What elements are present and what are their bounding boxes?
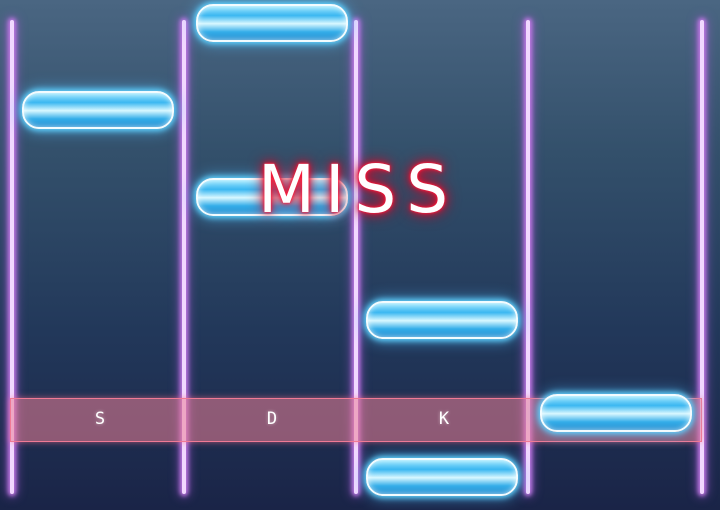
note <box>196 4 348 42</box>
rhythm-game-playfield: S D K L MISS <box>0 0 720 510</box>
note <box>366 301 518 339</box>
lane-key-label-d: D <box>266 409 278 429</box>
judgement-text: MISS <box>258 151 459 228</box>
note <box>366 458 518 496</box>
note <box>22 91 174 129</box>
note <box>540 394 692 432</box>
lane-key-label-k: K <box>438 409 450 429</box>
lane-key-label-s: S <box>94 409 106 429</box>
